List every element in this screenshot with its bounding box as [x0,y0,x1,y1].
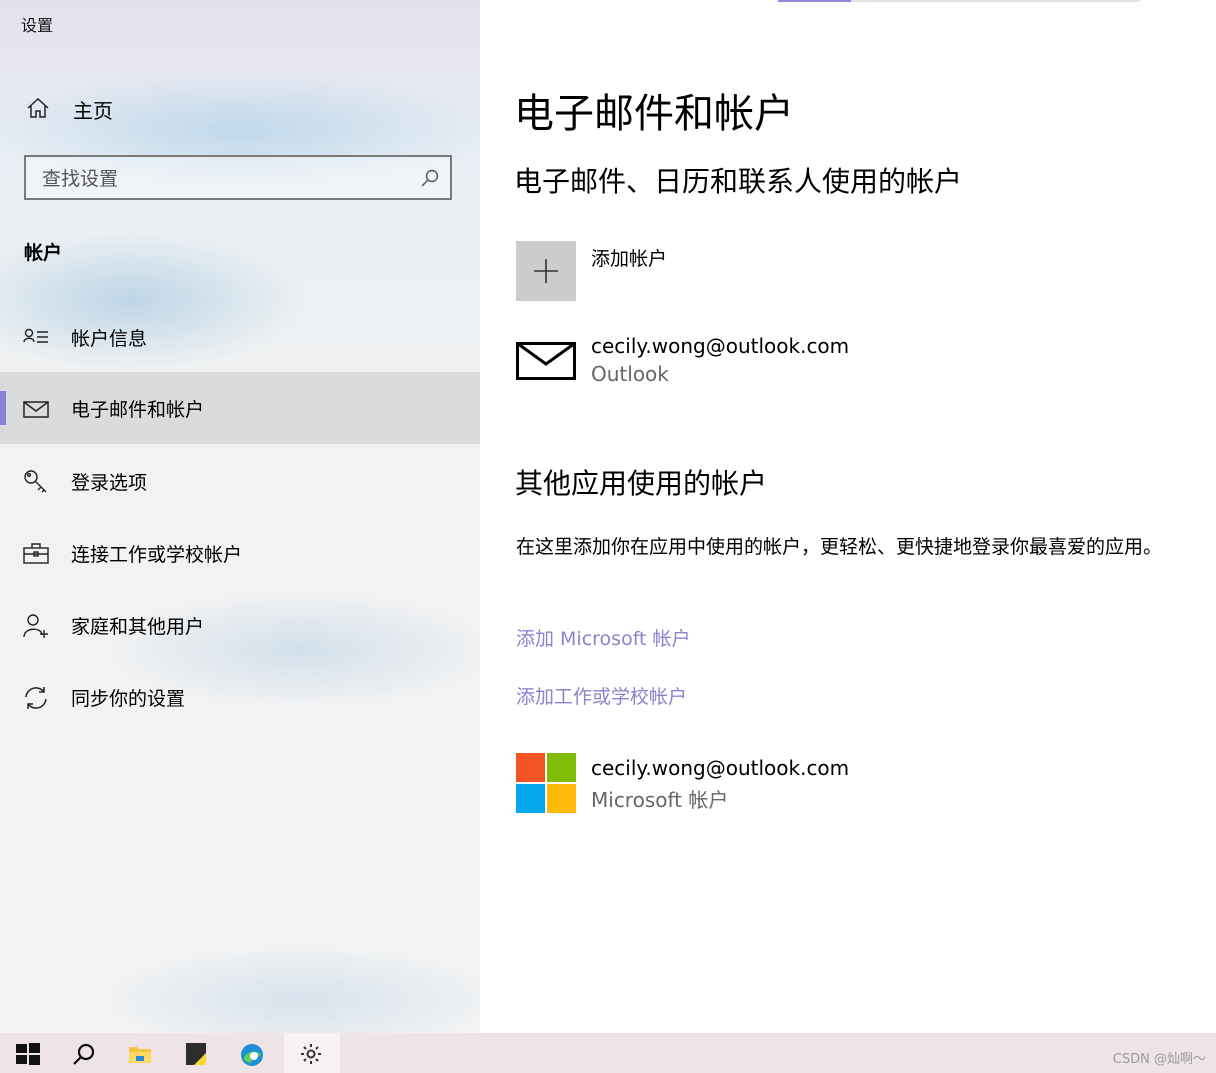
other-apps-heading: 其他应用使用的帐户 [515,467,768,500]
selection-indicator [0,391,6,425]
settings-gear-icon [301,1044,321,1064]
add-person-icon [23,614,48,638]
sidebar-item-email-accounts[interactable]: 电子邮件和帐户 [0,372,480,444]
home-label: 主页 [73,99,113,123]
sidebar-item-work-school[interactable]: 连接工作或学校帐户 [0,517,480,589]
sidebar-item-label: 电子邮件和帐户 [71,399,205,421]
top-scroll-strip [778,0,1140,2]
edge-button[interactable] [224,1033,280,1073]
app-title: 设置 [21,16,54,35]
edge-icon [241,1044,263,1066]
briefcase-icon [23,543,49,564]
start-button[interactable] [0,1033,56,1073]
search-box[interactable] [24,155,452,200]
account-info-icon [23,328,48,343]
mail-icon [23,401,49,418]
home-icon [27,97,49,118]
top-scroll-accent [778,0,851,2]
sticky-notes-button[interactable] [168,1033,224,1073]
sidebar-item-sign-in-options[interactable]: 登录选项 [0,445,480,517]
add-microsoft-account-link[interactable]: 添加 Microsoft 帐户 [516,624,691,651]
sticky-notes-icon [186,1043,206,1065]
sidebar-item-account-info[interactable]: 帐户信息 [0,301,480,373]
sidebar-item-label: 同步你的设置 [71,688,186,710]
outlook-account-type: Outlook [591,362,669,386]
search-icon[interactable] [420,168,440,188]
file-explorer-icon [129,1047,151,1063]
sidebar-item-family-users[interactable]: 家庭和其他用户 [0,589,480,661]
add-account-button[interactable] [516,241,576,301]
watermark: CSDN @灿啊～ [1112,1052,1206,1067]
search-icon [73,1043,95,1065]
taskbar: CSDN @灿啊～ [0,1033,1216,1073]
sidebar-item-label: 登录选项 [71,472,148,494]
other-apps-description: 在这里添加你在应用中使用的帐户，更轻松、更快捷地登录你最喜爱的应用。 [516,536,1163,558]
key-icon [24,470,47,493]
email-section-heading: 电子邮件、日历和联系人使用的帐户 [514,165,963,198]
sidebar: 设置 主页 帐户 帐户信息 电子邮件和帐户 登录选项 [0,0,480,1033]
outlook-mail-icon[interactable] [516,331,576,391]
microsoft-account-email[interactable]: cecily.wong@outlook.com [591,756,849,780]
sidebar-item-sync[interactable]: 同步你的设置 [0,661,480,733]
taskbar-search-button[interactable] [56,1033,112,1073]
page-title: 电子邮件和帐户 [514,91,794,137]
sync-icon [25,687,47,709]
microsoft-logo-icon[interactable] [516,753,576,813]
search-input[interactable] [40,165,404,193]
settings-taskbar-button[interactable] [284,1033,340,1073]
sidebar-item-label: 家庭和其他用户 [71,616,205,638]
add-work-school-account-link[interactable]: 添加工作或学校帐户 [516,682,687,709]
microsoft-account-type: Microsoft 帐户 [591,788,729,812]
sidebar-item-label: 帐户信息 [71,328,148,350]
start-icon [16,1043,40,1065]
sidebar-home[interactable]: 主页 [0,84,480,132]
sidebar-item-label: 连接工作或学校帐户 [71,544,243,566]
plus-icon [534,259,558,283]
file-explorer-button[interactable] [112,1033,168,1073]
section-title: 帐户 [24,242,63,264]
add-account-label[interactable]: 添加帐户 [591,244,667,271]
outlook-account-email[interactable]: cecily.wong@outlook.com [591,334,849,358]
